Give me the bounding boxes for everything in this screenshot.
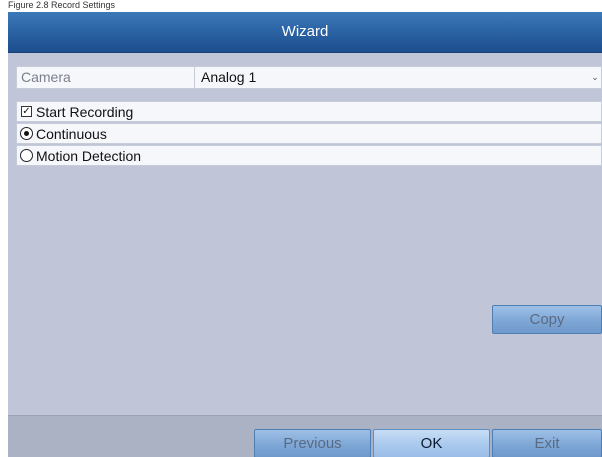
camera-row: Camera Analog 1 ⌄ bbox=[16, 66, 602, 89]
motion-detection-radio[interactable] bbox=[20, 149, 33, 162]
page-caption: Figure 2.8 Record Settings bbox=[8, 0, 116, 10]
exit-button[interactable]: Exit bbox=[492, 429, 602, 457]
camera-label: Camera bbox=[17, 67, 195, 88]
start-recording-checkbox[interactable]: ✓ bbox=[21, 106, 32, 117]
continuous-label: Continuous bbox=[36, 126, 107, 142]
copy-button[interactable]: Copy bbox=[492, 305, 602, 334]
ok-button[interactable]: OK bbox=[373, 429, 490, 457]
start-recording-label: Start Recording bbox=[36, 104, 134, 120]
continuous-row[interactable]: Continuous bbox=[16, 123, 602, 144]
wizard-window: Wizard Camera Analog 1 ⌄ ✓ Start Recordi… bbox=[8, 12, 602, 457]
motion-detection-row[interactable]: Motion Detection bbox=[16, 145, 602, 166]
window-title: Wizard bbox=[8, 12, 602, 53]
motion-detection-label: Motion Detection bbox=[36, 148, 142, 164]
camera-select[interactable]: Analog 1 ⌄ bbox=[195, 67, 602, 88]
start-recording-row[interactable]: ✓ Start Recording bbox=[16, 101, 602, 122]
continuous-radio[interactable] bbox=[20, 127, 33, 140]
chevron-down-icon[interactable]: ⌄ bbox=[589, 67, 601, 88]
footer-bar: Previous OK Exit bbox=[8, 415, 602, 457]
previous-button[interactable]: Previous bbox=[254, 429, 371, 457]
camera-select-value: Analog 1 bbox=[201, 69, 257, 85]
